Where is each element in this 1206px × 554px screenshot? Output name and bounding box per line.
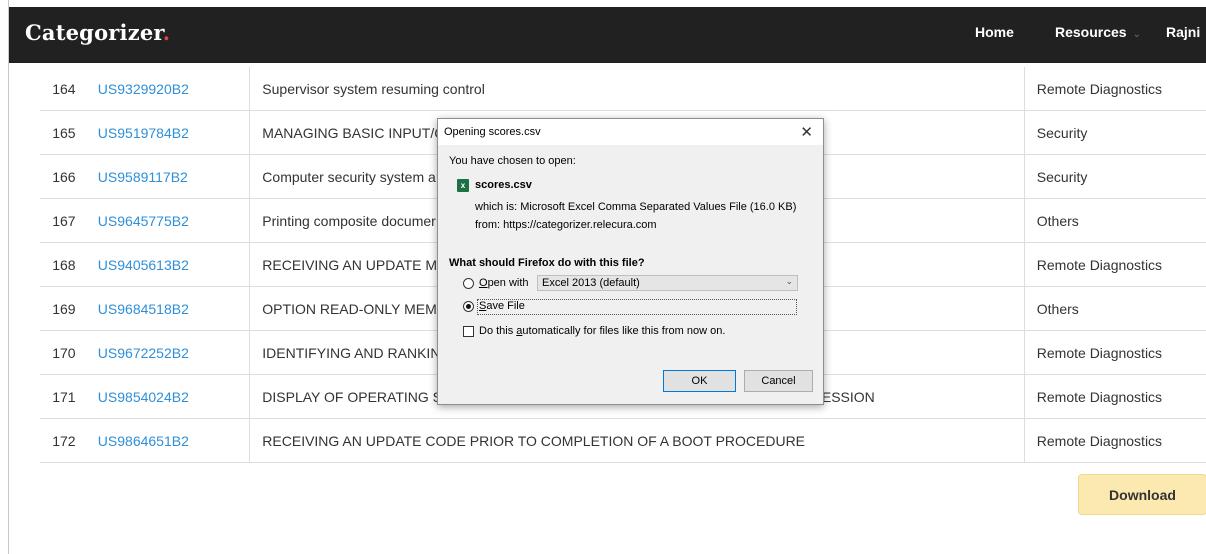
download-button[interactable]: Download — [1078, 474, 1206, 515]
dialog-title: Opening scores.csv — [444, 126, 541, 138]
cancel-button[interactable]: Cancel — [744, 370, 813, 392]
patent-link[interactable]: US9684518B2 — [98, 301, 189, 317]
dialog-titlebar[interactable]: Opening scores.csv ✕ — [438, 119, 823, 145]
open-with-value: Excel 2013 (default) — [542, 277, 640, 289]
table-row: 172 US9864651B2 RECEIVING AN UPDATE CODE… — [40, 418, 1206, 463]
row-number: 167 — [40, 198, 88, 243]
patent-link[interactable]: US9854024B2 — [98, 389, 189, 405]
nav-resources-label: Resources — [1055, 24, 1127, 40]
open-with-label[interactable]: Open with — [479, 277, 529, 289]
row-number: 171 — [40, 374, 88, 419]
nav-resources[interactable]: Resources ⌄ — [1055, 24, 1141, 40]
window-left-border — [0, 0, 9, 554]
patent-link[interactable]: US9589117B2 — [98, 169, 188, 185]
row-number: 165 — [40, 110, 88, 155]
auto-checkbox[interactable] — [463, 326, 474, 337]
save-file-radio[interactable] — [463, 301, 474, 312]
patent-category: Security — [1024, 110, 1206, 155]
row-number: 166 — [40, 154, 88, 199]
open-with-radio[interactable] — [463, 278, 474, 289]
brand-logo[interactable]: Categorizer. — [25, 20, 170, 45]
patent-category: Others — [1024, 198, 1206, 243]
patent-category: Remote Diagnostics — [1024, 374, 1206, 419]
table-row: 164 US9329920B2 Supervisor system resumi… — [40, 67, 1206, 111]
patent-link[interactable]: US9645775B2 — [98, 213, 189, 229]
file-name: scores.csv — [475, 179, 532, 191]
row-number: 170 — [40, 330, 88, 375]
chevron-down-icon: ⌄ — [785, 276, 793, 286]
patent-category: Others — [1024, 286, 1206, 331]
patent-link[interactable]: US9672252B2 — [98, 345, 189, 361]
patent-category: Remote Diagnostics — [1024, 242, 1206, 287]
row-number: 168 — [40, 242, 88, 287]
row-number: 164 — [40, 67, 88, 111]
file-source: from: https://categorizer.relecura.com — [475, 219, 657, 231]
file-open-dialog: Opening scores.csv ✕ You have chosen to … — [437, 118, 824, 405]
patent-link[interactable]: US9519784B2 — [98, 125, 189, 141]
dialog-question: What should Firefox do with this file? — [449, 257, 645, 269]
ok-button[interactable]: OK — [663, 370, 736, 392]
auto-checkbox-label[interactable]: Do this automatically for files like thi… — [479, 325, 725, 337]
brand-name: Categorizer — [25, 20, 163, 45]
brand-dot: . — [162, 20, 171, 45]
close-icon[interactable]: ✕ — [800, 123, 813, 141]
top-navbar: Categorizer. Home Resources ⌄ Rajni — [9, 7, 1206, 63]
excel-file-icon: x — [457, 179, 469, 192]
chevron-down-icon: ⌄ — [1132, 29, 1141, 40]
nav-home[interactable]: Home — [975, 24, 1014, 40]
file-type: which is: Microsoft Excel Comma Separate… — [475, 201, 797, 213]
patent-category: Remote Diagnostics — [1024, 67, 1206, 111]
save-file-label[interactable]: Save File — [479, 300, 525, 312]
patent-title-start: DISPLAY OF OPERATING ST — [262, 388, 451, 405]
patent-title: Supervisor system resuming control — [249, 67, 1025, 111]
row-number: 172 — [40, 418, 88, 463]
patent-category: Remote Diagnostics — [1024, 418, 1206, 463]
patent-category: Security — [1024, 154, 1206, 199]
dialog-intro: You have chosen to open: — [449, 155, 576, 167]
patent-link[interactable]: US9329920B2 — [98, 81, 189, 97]
save-file-focus-ring — [477, 299, 797, 315]
patent-link[interactable]: US9405613B2 — [98, 257, 189, 273]
patent-link[interactable]: US9864651B2 — [98, 433, 189, 449]
row-number: 169 — [40, 286, 88, 331]
patent-title: RECEIVING AN UPDATE CODE PRIOR TO COMPLE… — [249, 418, 1025, 463]
patent-category: Remote Diagnostics — [1024, 330, 1206, 375]
nav-user[interactable]: Rajni — [1166, 24, 1200, 40]
open-with-select[interactable]: Excel 2013 (default) ⌄ — [537, 275, 798, 291]
